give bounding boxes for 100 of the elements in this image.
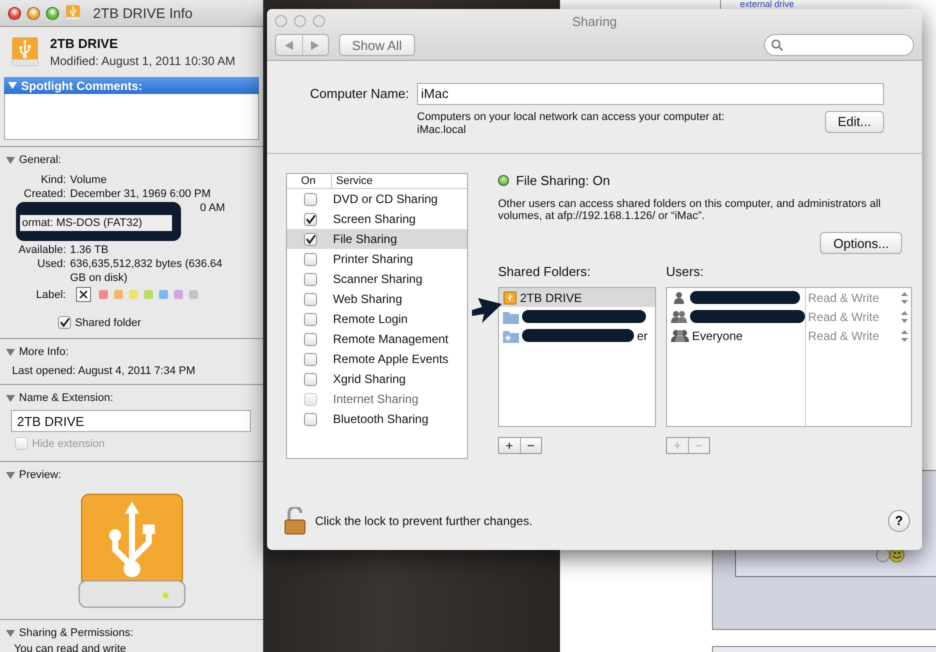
service-row[interactable]: Bluetooth Sharing <box>287 409 467 430</box>
search-field[interactable] <box>764 34 914 56</box>
field-label: Label: <box>35 288 67 300</box>
checkbox[interactable] <box>304 412 316 426</box>
disclosure-triangle-icon[interactable] <box>6 156 15 164</box>
checkbox-label: Hide extension <box>32 438 105 450</box>
service-row[interactable]: Printer Sharing <box>287 249 467 270</box>
close-button[interactable] <box>8 6 21 20</box>
help-button[interactable]: ? <box>888 510 910 532</box>
service-row[interactable]: Xgrid Sharing <box>287 369 467 390</box>
service-row[interactable]: Remote Apple Events <box>287 349 467 370</box>
arrow-annotation <box>472 296 502 324</box>
disclosure-triangle-icon[interactable] <box>8 81 17 90</box>
checkbox[interactable] <box>304 232 316 246</box>
folder-row[interactable]: 2TB DRIVE <box>499 288 655 308</box>
remove-button[interactable]: − <box>520 438 541 454</box>
list-label: Users: <box>666 264 705 280</box>
sidebar-item[interactable]: external drive <box>740 0 794 9</box>
network-address: iMac.local <box>417 124 467 137</box>
field-label: Kind: <box>40 173 67 187</box>
minimize-button[interactable] <box>294 15 306 27</box>
disclosure-triangle-icon[interactable] <box>6 394 15 402</box>
minimize-button[interactable] <box>27 6 40 20</box>
field-value: 1.36 TB <box>70 243 110 257</box>
comments-field[interactable] <box>4 94 259 140</box>
service-row[interactable]: Remote Management <box>287 329 467 350</box>
field-value: December 31, 1969 6:00 PM <box>70 187 212 201</box>
permission-text: You can read and write <box>13 643 128 652</box>
label-swatch[interactable] <box>174 290 183 299</box>
folder-icon <box>503 310 519 324</box>
checkbox[interactable] <box>304 252 316 266</box>
label-swatch[interactable] <box>144 290 153 299</box>
service-row[interactable]: Web Sharing <box>287 289 467 310</box>
section-title: More Info: <box>19 346 69 358</box>
service-row[interactable]: DVD or CD Sharing <box>287 189 467 210</box>
disclosure-triangle-icon[interactable] <box>6 348 15 356</box>
back-arrow-icon <box>284 40 293 50</box>
checkbox-label: Shared folder <box>75 316 142 328</box>
column-header[interactable]: On <box>287 174 331 188</box>
edit-button[interactable]: Edit... <box>824 110 884 133</box>
checkbox[interactable] <box>304 352 316 366</box>
service-row[interactable]: Screen Sharing <box>287 209 467 230</box>
people-icon <box>671 328 689 343</box>
stepper-icon[interactable] <box>901 310 908 323</box>
field-value: Volume <box>70 173 108 187</box>
people-icon <box>671 310 687 324</box>
modified-date: Modified: August 1, 2011 10:30 AM <box>50 54 236 68</box>
list-label: Shared Folders: <box>498 264 592 280</box>
padlock-icon[interactable] <box>283 506 307 535</box>
options-button[interactable]: Options... <box>820 232 902 254</box>
search-icon <box>771 39 783 51</box>
field-label: Used: <box>36 257 67 272</box>
checkbox[interactable] <box>304 192 316 206</box>
disclosure-triangle-icon[interactable] <box>6 470 15 480</box>
checkbox[interactable] <box>304 332 316 346</box>
status-description: Other users can access shared folders on this computer, and administrators all volumes, at afp://192.168.1.126/ or “iMac”. <box>498 198 882 222</box>
service-row[interactable]: Scanner Sharing <box>287 269 467 290</box>
label-swatch[interactable] <box>129 290 138 299</box>
stepper-icon[interactable] <box>901 330 908 342</box>
folder-row[interactable]: er <box>499 326 655 346</box>
section-title: Sharing & Permissions: <box>19 627 134 639</box>
section-title: Name & Extension: <box>19 392 114 404</box>
drive-icon <box>65 5 81 21</box>
drive-icon <box>503 290 517 305</box>
checkbox[interactable] <box>58 316 71 329</box>
field-label: Available: <box>18 243 67 257</box>
service-row[interactable]: Remote Login <box>287 309 467 330</box>
drive-icon <box>10 37 40 67</box>
zoom-button[interactable] <box>313 15 325 27</box>
label-swatch[interactable] <box>159 290 168 299</box>
network-note: Computers on your local network can access your computer at: <box>417 110 725 124</box>
name-field[interactable]: 2TB DRIVE <box>11 410 251 432</box>
checkbox[interactable] <box>304 212 316 226</box>
label-swatch[interactable] <box>114 290 123 299</box>
status-text: File Sharing: On <box>516 173 610 188</box>
service-row[interactable]: File Sharing <box>287 229 467 250</box>
checkbox[interactable] <box>304 272 316 286</box>
label-swatch[interactable] <box>189 290 198 299</box>
show-all-button[interactable]: Show All <box>339 34 415 56</box>
field-label: Created: <box>22 187 67 201</box>
window-title: Sharing <box>572 14 617 28</box>
person-icon <box>671 290 687 305</box>
spotlight-comments-header[interactable]: Spotlight Comments: <box>4 77 259 94</box>
no-label-swatch[interactable] <box>76 287 91 302</box>
checkbox[interactable] <box>304 372 316 386</box>
checkbox[interactable] <box>304 312 316 326</box>
last-opened-date: Last opened: August 4, 2011 7:34 PM <box>11 365 196 377</box>
checkbox[interactable] <box>304 292 316 306</box>
forward-arrow-icon <box>311 40 320 50</box>
stepper-icon[interactable] <box>901 292 908 304</box>
disclosure-triangle-icon[interactable] <box>6 628 15 638</box>
zoom-button[interactable] <box>46 6 59 20</box>
format-field: ormat: MS-DOS (FAT32) <box>20 215 172 231</box>
field-label: Computer Name: <box>309 84 410 103</box>
label-swatch[interactable] <box>99 290 108 299</box>
folder-icon <box>503 328 519 343</box>
add-button[interactable]: + <box>499 438 520 454</box>
section-title: Preview: <box>19 469 62 481</box>
column-header[interactable]: Service <box>331 174 373 188</box>
computer-name-field[interactable]: iMac <box>417 82 884 105</box>
